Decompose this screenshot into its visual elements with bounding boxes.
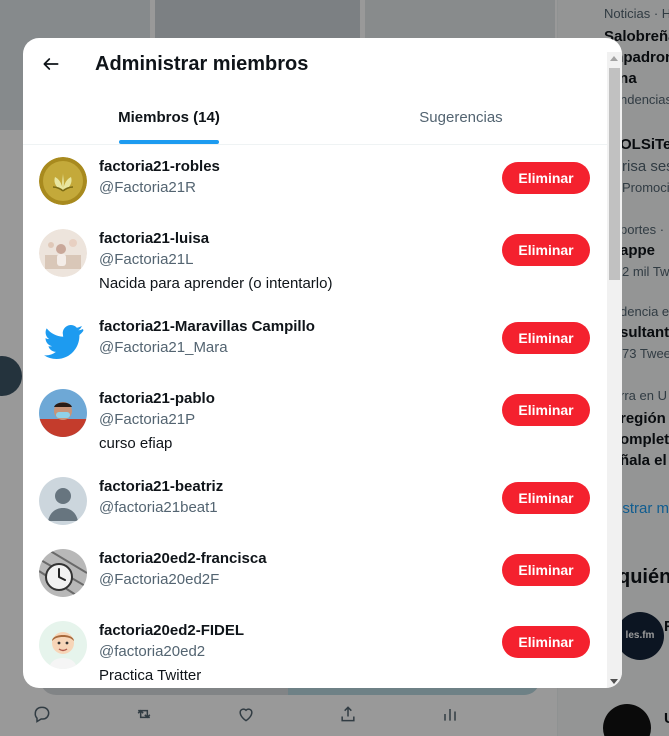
tab-label: Miembros (14) [118, 109, 220, 126]
cartoon-boy-avatar-icon [39, 621, 87, 669]
list-item[interactable]: factoria21-robles @Factoria21R Eliminar [23, 146, 607, 218]
member-bio: Practica Twitter [99, 667, 202, 684]
list-item[interactable]: factoria21-Maravillas Campillo @Factoria… [23, 306, 607, 378]
remove-member-button[interactable]: Eliminar [502, 554, 590, 586]
tab-suggestions[interactable]: Sugerencias [315, 91, 607, 144]
member-handle: @factoria20ed2 [99, 643, 206, 660]
member-bio: curso efiap [99, 435, 173, 452]
list-item[interactable]: factoria21-beatriz @factoria21beat1 Elim… [23, 466, 607, 538]
remove-member-button[interactable]: Eliminar [502, 482, 590, 514]
member-handle: @Factoria20ed2F [99, 571, 220, 588]
arrow-left-icon [43, 58, 59, 70]
remove-member-button[interactable]: Eliminar [502, 322, 590, 354]
dialog-title: Administrar miembros [95, 53, 309, 75]
list-item[interactable]: factoria20ed2-FIDEL @factoria20ed2 Pract… [23, 610, 607, 688]
tab-members[interactable]: Miembros (14) [23, 91, 315, 144]
avatar[interactable] [39, 389, 87, 437]
manage-members-dialog: Administrar miembros Miembros (14) Suger… [23, 38, 622, 688]
scrollbar[interactable] [607, 52, 622, 688]
member-name[interactable]: factoria21-pablo [99, 390, 215, 407]
member-name[interactable]: factoria21-Maravillas Campillo [99, 318, 315, 335]
avatar[interactable] [39, 317, 87, 365]
person-mask-avatar-icon [39, 389, 87, 437]
back-button[interactable] [33, 46, 69, 82]
tab-label: Sugerencias [419, 109, 503, 126]
member-bio: Nacida para aprender (o intentarlo) [99, 275, 333, 292]
list-item[interactable]: factoria20ed2-francisca @Factoria20ed2F … [23, 538, 607, 610]
remove-member-button[interactable]: Eliminar [502, 626, 590, 658]
list-item[interactable]: factoria21-pablo @Factoria21P curso efia… [23, 378, 607, 466]
avatar[interactable] [39, 477, 87, 525]
avatar[interactable] [39, 621, 87, 669]
remove-member-button[interactable]: Eliminar [502, 162, 590, 194]
scroll-thumb[interactable] [609, 68, 620, 280]
avatar[interactable] [39, 549, 87, 597]
member-name[interactable]: factoria21-robles [99, 158, 220, 175]
default-user-icon [39, 477, 87, 525]
avatar[interactable] [39, 157, 87, 205]
member-handle: @Factoria21L [99, 251, 194, 268]
member-name[interactable]: factoria20ed2-francisca [99, 550, 267, 567]
room-avatar-icon [39, 229, 87, 277]
twitter-bird-icon [39, 317, 87, 365]
member-handle: @Factoria21_Mara [99, 339, 228, 356]
member-handle: @factoria21beat1 [99, 499, 218, 516]
remove-member-button[interactable]: Eliminar [502, 234, 590, 266]
member-name[interactable]: factoria21-beatriz [99, 478, 223, 495]
tab-bar: Miembros (14) Sugerencias [23, 91, 607, 145]
member-list: factoria21-robles @Factoria21R Eliminar … [23, 146, 607, 688]
scroll-down-icon[interactable] [610, 679, 618, 684]
member-name[interactable]: factoria20ed2-FIDEL [99, 622, 244, 639]
member-name[interactable]: factoria21-luisa [99, 230, 209, 247]
dialog-header: Administrar miembros [23, 38, 622, 91]
avatar[interactable] [39, 229, 87, 277]
member-handle: @Factoria21R [99, 179, 196, 196]
remove-member-button[interactable]: Eliminar [502, 394, 590, 426]
clock-avatar-icon [39, 549, 87, 597]
scroll-up-icon[interactable] [610, 56, 618, 61]
active-tab-indicator [119, 140, 219, 144]
plant-avatar-icon [39, 157, 87, 205]
list-item[interactable]: factoria21-luisa @Factoria21L Nacida par… [23, 218, 607, 306]
member-handle: @Factoria21P [99, 411, 196, 428]
